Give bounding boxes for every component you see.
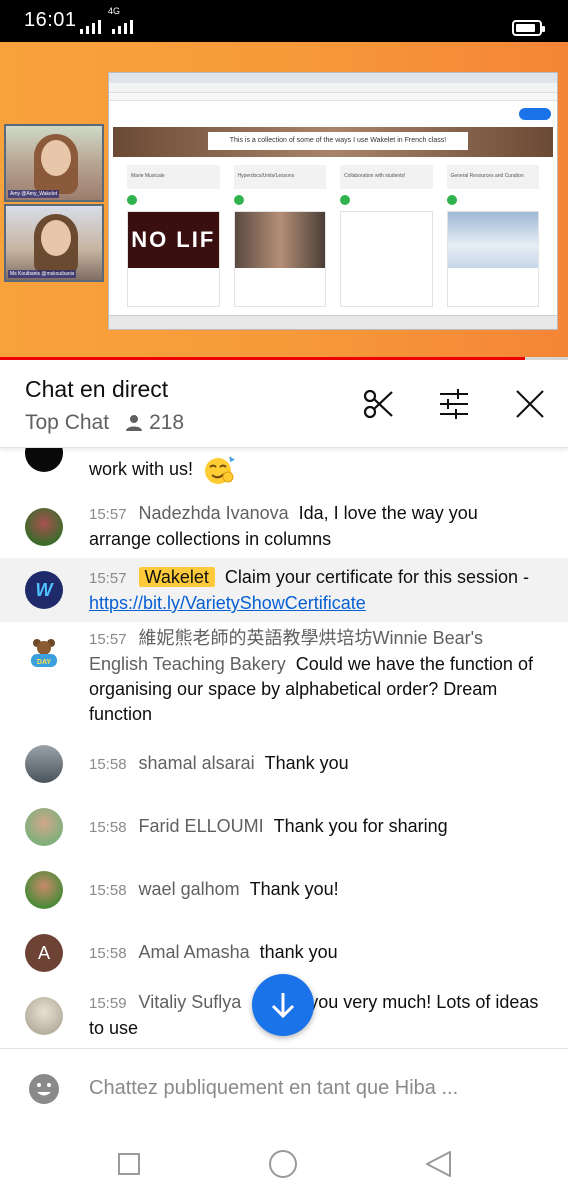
message-time: 15:58 xyxy=(89,945,127,962)
sliders-icon xyxy=(440,389,468,419)
webcam-feed-1: Amy @Amy_Wakelet xyxy=(4,124,104,202)
status-time: 16:01 xyxy=(24,9,77,31)
message-text: Thank you xyxy=(264,753,349,773)
message-time: 15:58 xyxy=(89,756,127,773)
webcam-name-2: Ms Kouibanis @mskouibanis xyxy=(8,270,77,278)
arrow-down-icon xyxy=(271,993,295,1019)
shared-screen: This is a collection of some of the ways… xyxy=(108,72,558,330)
message-author[interactable]: Farid ELLOUMI xyxy=(139,816,264,836)
bear-logo-icon: DAY xyxy=(26,635,62,671)
avatar xyxy=(25,808,63,846)
close-chat-button[interactable] xyxy=(513,387,547,421)
emoji-picker-icon[interactable] xyxy=(28,1073,60,1105)
person-icon xyxy=(126,415,143,431)
message-time: 15:58 xyxy=(89,819,127,836)
message-author[interactable]: wael galhom xyxy=(139,879,240,899)
message-time: 15:58 xyxy=(89,882,127,899)
author-badge[interactable]: Wakelet xyxy=(138,567,215,587)
message-text: Thank you! xyxy=(249,879,339,899)
message-author[interactable]: Amal Amasha xyxy=(139,942,250,962)
collection-column: General Resources and Curation xyxy=(446,165,539,307)
message-text: thank you xyxy=(259,942,338,962)
message-time: 15:57 xyxy=(89,631,127,648)
message-text: Claim your certificate for this session … xyxy=(224,567,529,587)
avatar xyxy=(25,745,63,783)
svg-text:W: W xyxy=(36,580,55,600)
avatar: DAY xyxy=(25,634,63,672)
chat-message[interactable]: 15:58 wael galhom Thank you! xyxy=(0,862,568,925)
svg-text:DAY: DAY xyxy=(37,659,51,666)
avatar xyxy=(25,448,63,472)
signal-icon xyxy=(80,12,101,34)
chat-message[interactable]: W 15:57 Wakelet Claim your certificate for… xyxy=(0,558,568,622)
battery-icon xyxy=(512,20,545,36)
message-author[interactable]: Nadezhda Ivanova xyxy=(139,503,289,523)
chat-input-bar: Chattez publiquement en tant que Hiba ..… xyxy=(0,1048,568,1128)
message-time: 15:57 xyxy=(89,570,127,587)
collection-column: Collaboration with students! xyxy=(340,165,433,307)
taskbar xyxy=(109,315,557,329)
collection-banner: This is a collection of some of the ways… xyxy=(113,127,553,157)
scissors-icon xyxy=(363,389,393,419)
chat-settings-button[interactable] xyxy=(437,387,471,421)
message-author[interactable]: Vitaliy Suflya xyxy=(139,992,242,1012)
back-button[interactable] xyxy=(422,1148,454,1180)
status-bar: 16:01 4G xyxy=(0,0,568,42)
video-player[interactable]: Amy @Amy_Wakelet Ms Kouibanis @mskouiban… xyxy=(0,42,568,360)
viewer-count: 218 xyxy=(149,411,185,434)
avatar: A xyxy=(25,934,63,972)
webcam-feed-2: Ms Kouibanis @mskouibanis xyxy=(4,204,104,282)
clip-button[interactable] xyxy=(361,387,395,421)
circle-icon xyxy=(269,1150,297,1178)
chat-message[interactable]: 15:57 Nadezhda Ivanova Ida, I love the way… xyxy=(0,494,568,558)
chat-mode-selector[interactable]: Top Chat xyxy=(25,411,109,435)
wakelet-logo-icon: W xyxy=(36,580,55,600)
message-time: 15:57 xyxy=(89,506,127,523)
collection-column: Hyperdocs/Units/Lessons xyxy=(233,165,326,307)
message-time: 15:59 xyxy=(89,995,127,1012)
chat-message[interactable]: DAY 15:57 維妮熊老師的英語教學烘培坊Winnie Bear's Engl… xyxy=(0,622,568,736)
chat-mode-row: Top Chat 218 xyxy=(25,411,184,435)
close-icon xyxy=(516,390,544,418)
avatar xyxy=(25,997,63,1035)
navigation-bar xyxy=(0,1128,568,1200)
message-text: Thank you for sharing xyxy=(273,816,448,836)
chat-header: Chat en direct Top Chat 218 xyxy=(0,360,568,448)
avatar xyxy=(25,871,63,909)
signal-icon-2 xyxy=(112,12,133,34)
avatar xyxy=(25,508,63,546)
home-button[interactable] xyxy=(267,1148,299,1180)
webcam-name-1: Amy @Amy_Wakelet xyxy=(8,190,60,198)
chat-input[interactable]: Chattez publiquement en tant que Hiba ..… xyxy=(89,1077,458,1100)
chat-message[interactable]: 15:58 shamal alsarai Thank you xyxy=(0,736,568,799)
message-author[interactable]: shamal alsarai xyxy=(139,753,255,773)
chat-message[interactable]: work with us! xyxy=(0,448,568,490)
chat-title: Chat en direct xyxy=(25,376,169,402)
square-icon xyxy=(118,1153,140,1175)
triangle-back-icon xyxy=(426,1151,451,1177)
emoji-icon xyxy=(205,456,235,484)
chat-message[interactable]: 15:58 Farid ELLOUMI Thank you for sharing xyxy=(0,799,568,862)
chat-message-list[interactable]: work with us! 15:57 Nadezhda Ivanova Ida, … xyxy=(0,448,568,1048)
avatar: W xyxy=(25,571,63,609)
scroll-to-bottom-button[interactable] xyxy=(252,974,314,1036)
collection-column: Marie Musicale NO LIF xyxy=(127,165,220,307)
message-link[interactable]: https://bit.ly/VarietyShowCertificate xyxy=(89,593,366,613)
message-text: work with us! xyxy=(89,458,194,479)
share-button-in-video xyxy=(519,108,551,120)
recents-button[interactable] xyxy=(113,1148,145,1180)
